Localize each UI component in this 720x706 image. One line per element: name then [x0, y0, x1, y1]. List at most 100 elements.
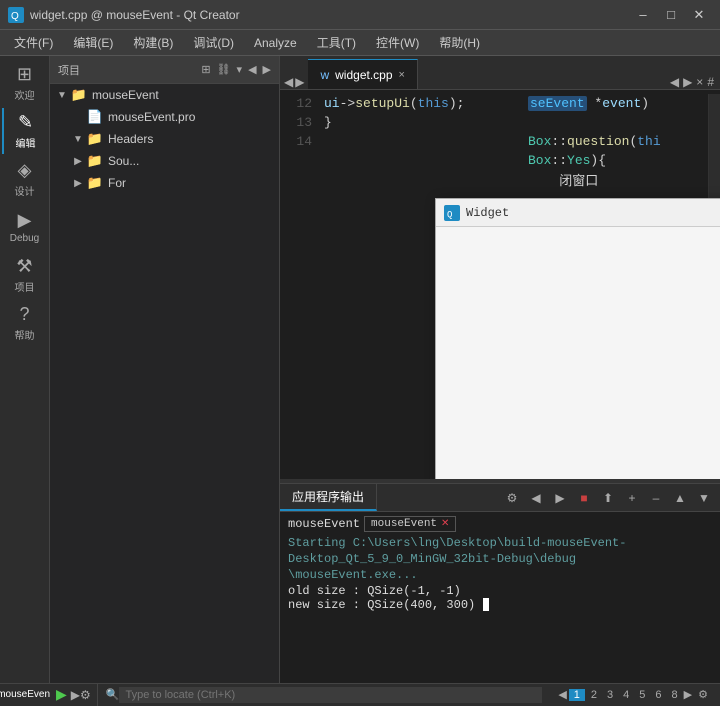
menu-build[interactable]: 构建(B) [123, 30, 183, 55]
nav-prev-icon[interactable]: ◀ [248, 63, 256, 76]
debug-controls: ▶ ▶⚙ [50, 684, 98, 706]
tree-headers-label: Headers [108, 132, 153, 146]
process-header: mouseEvent mouseEvent ✕ [288, 516, 712, 532]
maximize-button[interactable]: □ [658, 5, 684, 25]
edit-icon: ✎ [18, 112, 33, 133]
tree-sources-folder[interactable]: ▶ 📁 Sou... [50, 150, 279, 172]
welcome-icon: ⊞ [17, 64, 32, 85]
badge-label: mouseEvent [371, 518, 437, 530]
debug-label: mouseEvent [0, 689, 53, 700]
filter-icon[interactable]: ⊞ [201, 63, 210, 76]
tree-forms-folder[interactable]: ▶ 📁 For [50, 172, 279, 194]
menu-help[interactable]: 帮助(H) [429, 30, 490, 55]
activity-help[interactable]: ? 帮助 [2, 300, 48, 346]
code-line-12: 12 ui->setupUi(this); [284, 94, 528, 113]
minimize-button[interactable]: – [630, 5, 656, 25]
page-numbers: ◀ 1 2 3 4 5 6 8 ▶ ⚙ [550, 688, 720, 701]
bottom-scroll-up[interactable]: ▲ [670, 488, 690, 508]
more-tabs-icon[interactable]: # [707, 75, 714, 89]
menu-edit[interactable]: 编辑(E) [63, 30, 123, 55]
tab-widget-cpp[interactable]: w widget.cpp × [308, 59, 417, 89]
activity-projects[interactable]: ⚒ 项目 [2, 252, 48, 298]
menu-analyze[interactable]: Analyze [244, 30, 307, 55]
activity-edit-label: 编辑 [16, 135, 36, 150]
bottom-toolbar-remove[interactable]: – [646, 488, 666, 508]
activity-bar: ⊞ 欢迎 ✎ 编辑 ◈ 设计 ▶ Debug ⚒ 项目 ? 帮助 [0, 56, 50, 683]
line-content: ui->setupUi(this); [324, 96, 464, 111]
activity-debug[interactable]: ▶ Debug [2, 204, 48, 250]
bottom-tab-output[interactable]: 应用程序输出 [280, 484, 377, 511]
close-editor-icon[interactable]: × [696, 75, 703, 89]
menu-bar: 文件(F) 编辑(E) 构建(B) 调试(D) Analyze 工具(T) 控件… [0, 30, 720, 56]
tab-close-icon[interactable]: × [399, 69, 405, 81]
sidebar-header: 项目 ⊞ ⛓ ▾ ◀ ▶ [50, 56, 279, 84]
run-button[interactable]: ▶ [56, 686, 67, 703]
tab-scroll-left[interactable]: ◀ [670, 75, 679, 89]
page-5[interactable]: 5 [635, 689, 649, 701]
folder-icon: 📁 [70, 86, 88, 104]
menu-file[interactable]: 文件(F) [4, 30, 63, 55]
line-number: 12 [284, 96, 324, 111]
sidebar-header-icons: ⊞ ⛓ ▾ ◀ ▶ [201, 63, 271, 76]
bottom-toolbar: ⚙ ◀ ▶ ■ ⬆ + – ▲ ▼ [496, 488, 720, 508]
bottom-scroll-down[interactable]: ▼ [694, 488, 714, 508]
process-badge[interactable]: mouseEvent ✕ [364, 516, 456, 532]
bottom-toolbar-btn3[interactable]: ▶ [550, 488, 570, 508]
tab-nav-right[interactable]: ▶ [295, 75, 304, 89]
bottom-toolbar-btn4[interactable]: ⬆ [598, 488, 618, 508]
forms-folder-icon: 📁 [86, 174, 104, 192]
activity-welcome[interactable]: ⊞ 欢迎 [2, 60, 48, 106]
right-code-3: Box::question(thi [528, 132, 708, 151]
expand-arrow: ▼ [54, 90, 70, 101]
page-6[interactable]: 6 [651, 689, 665, 701]
page-2[interactable]: 2 [587, 689, 601, 701]
forms-arrow: ▶ [70, 178, 86, 189]
page-4[interactable]: 4 [619, 689, 633, 701]
page-settings[interactable]: ⚙ [694, 688, 712, 701]
output-line-3: \mouseEvent.exe... [288, 568, 712, 582]
tree-pro-file[interactable]: 📄 mouseEvent.pro [50, 106, 279, 128]
link-icon[interactable]: ⛓ [217, 63, 231, 76]
search-input[interactable] [119, 687, 542, 703]
close-button[interactable]: ✕ [686, 5, 712, 25]
window-controls: – □ ✕ [630, 5, 712, 25]
activity-design[interactable]: ◈ 设计 [2, 156, 48, 202]
activity-edit[interactable]: ✎ 编辑 [2, 108, 48, 154]
pro-file-icon: 📄 [86, 108, 104, 126]
badge-close-icon[interactable]: ✕ [441, 518, 449, 530]
menu-tools[interactable]: 工具(T) [307, 30, 366, 55]
page-prev[interactable]: ◀ [558, 688, 566, 701]
page-1[interactable]: 1 [569, 689, 585, 701]
design-icon: ◈ [18, 160, 32, 181]
bottom-tab-output-label: 应用程序输出 [292, 488, 364, 505]
tree-pro-label: mouseEvent.pro [108, 110, 195, 124]
bottom-toolbar-stop[interactable]: ■ [574, 488, 594, 508]
debug-run-button[interactable]: ▶⚙ [71, 688, 91, 702]
tree-sources-label: Sou... [108, 154, 139, 168]
tree-headers-folder[interactable]: ▼ 📁 Headers [50, 128, 279, 150]
tab-widget-cpp-label: w [320, 68, 329, 82]
page-8[interactable]: 8 [668, 689, 682, 701]
bottom-toolbar-add[interactable]: + [622, 488, 642, 508]
tree-root-folder[interactable]: ▼ 📁 mouseEvent [50, 84, 279, 106]
search-icon: 🔍 [106, 688, 120, 701]
code-line-14: 14 [284, 132, 528, 151]
nav-next-icon[interactable]: ▶ [263, 63, 271, 76]
tab-widget-cpp-text: widget.cpp [335, 68, 392, 82]
editor-content[interactable]: 12 ui->setupUi(this); 13 } 14 [280, 90, 720, 479]
bottom-toolbar-btn1[interactable]: ⚙ [502, 488, 522, 508]
page-next[interactable]: ▶ [684, 688, 692, 701]
sources-folder-icon: 📁 [86, 152, 104, 170]
tab-nav-left[interactable]: ◀ [284, 75, 293, 89]
main-layout: ⊞ 欢迎 ✎ 编辑 ◈ 设计 ▶ Debug ⚒ 项目 ? 帮助 项目 ⊞ [0, 56, 720, 683]
right-code-1: seEvent *event) [528, 94, 708, 113]
menu-debug[interactable]: 调试(D) [183, 30, 244, 55]
tab-scroll-right[interactable]: ▶ [683, 75, 692, 89]
status-bar: mouseEvent ▶ ▶⚙ 🔍 ◀ 1 2 3 4 5 6 8 ▶ ⚙ [0, 683, 720, 705]
widget-body [436, 227, 720, 479]
bottom-content: mouseEvent mouseEvent ✕ Starting C:\User… [280, 512, 720, 683]
menu-widgets[interactable]: 控件(W) [366, 30, 429, 55]
page-3[interactable]: 3 [603, 689, 617, 701]
collapse-all-icon[interactable]: ▾ [237, 63, 243, 76]
bottom-toolbar-btn2[interactable]: ◀ [526, 488, 546, 508]
